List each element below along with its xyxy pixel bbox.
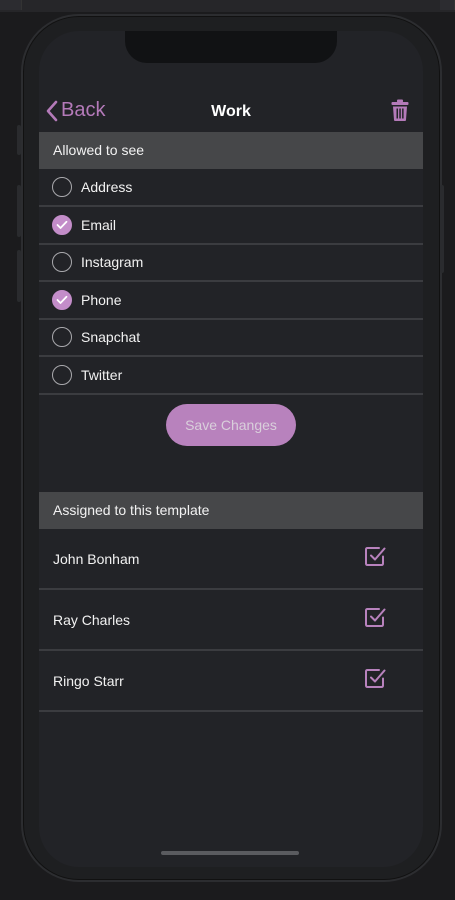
assigned-section-header: Assigned to this template	[39, 492, 423, 529]
option-row-phone[interactable]: Phone	[39, 282, 423, 320]
phone-side-button	[17, 125, 21, 155]
option-label: Instagram	[81, 253, 144, 270]
phone-side-button	[17, 185, 21, 237]
phone-notch	[125, 31, 337, 63]
home-indicator[interactable]	[161, 851, 299, 855]
delete-button[interactable]	[391, 99, 409, 126]
app-screen: Back Work Allowed to see Address Email I…	[39, 31, 423, 867]
radio-checked-icon	[52, 289, 72, 310]
person-row: John Bonham	[39, 529, 423, 590]
option-label: Address	[81, 178, 133, 195]
person-name: Ringo Starr	[53, 672, 124, 689]
allowed-section-header: Allowed to see	[39, 132, 423, 169]
person-name: Ray Charles	[53, 611, 131, 628]
save-changes-button[interactable]: Save Changes	[166, 404, 296, 446]
option-label: Snapchat	[81, 328, 141, 345]
person-name: John Bonham	[53, 550, 140, 567]
radio-unchecked-icon	[52, 176, 72, 197]
option-row-instagram[interactable]: Instagram	[39, 244, 423, 282]
page-title: Work	[211, 103, 251, 120]
checkbox-checked-icon[interactable]	[363, 605, 387, 634]
radio-unchecked-icon	[52, 364, 72, 385]
person-row: Ray Charles	[39, 590, 423, 651]
radio-unchecked-icon	[52, 251, 72, 272]
option-label: Phone	[81, 291, 122, 308]
navigation-bar: Back Work	[39, 93, 423, 129]
background-window-strip	[0, 0, 455, 12]
radio-checked-icon	[52, 214, 72, 235]
option-row-twitter[interactable]: Twitter	[39, 357, 423, 395]
phone-side-button	[440, 185, 444, 273]
option-label: Twitter	[81, 366, 123, 383]
person-row: Ringo Starr	[39, 651, 423, 712]
option-label: Email	[81, 216, 117, 233]
checkbox-checked-icon[interactable]	[363, 544, 387, 573]
phone-side-button	[17, 250, 21, 302]
trash-icon	[391, 99, 409, 121]
option-row-address[interactable]: Address	[39, 169, 423, 207]
radio-unchecked-icon	[52, 326, 72, 347]
option-row-snapchat[interactable]: Snapchat	[39, 319, 423, 357]
option-row-email[interactable]: Email	[39, 207, 423, 245]
checkbox-checked-icon[interactable]	[363, 666, 387, 695]
